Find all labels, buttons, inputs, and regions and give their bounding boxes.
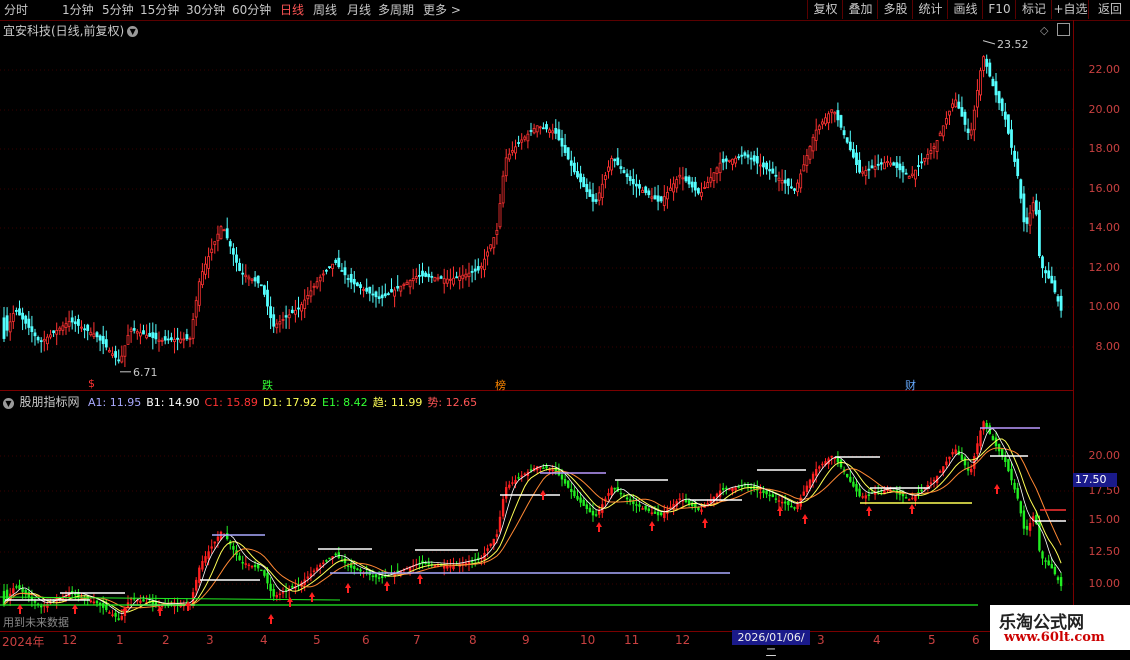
sub-y-tick: 12.50 xyxy=(1088,545,1121,558)
main-y-tick: 16.00 xyxy=(1088,182,1121,195)
date-label: 4 xyxy=(873,633,881,647)
period-tab-9[interactable]: 多周期 xyxy=(378,2,414,18)
event-marker[interactable]: 榜 xyxy=(495,377,506,393)
indicator-value: 势: 12.65 xyxy=(427,396,478,409)
stock-title[interactable]: 宜安科技(日线,前复权) ▼ xyxy=(3,22,139,39)
watermark-url: www.60lt.com xyxy=(1004,630,1105,645)
indicator-value: B1: 14.90 xyxy=(146,396,200,409)
date-label: 12 xyxy=(62,633,78,647)
event-marker[interactable]: 跌 xyxy=(262,377,273,393)
date-label: 3 xyxy=(206,633,214,647)
period-tab-2[interactable]: 5分钟 xyxy=(102,2,134,18)
toolbar-button-4[interactable]: 画线 xyxy=(947,0,983,19)
date-label: 5 xyxy=(928,633,936,647)
date-label: 2024年 xyxy=(2,635,45,649)
main-chart-panel[interactable] xyxy=(0,20,1074,391)
event-marker[interactable]: 财 xyxy=(905,377,916,393)
date-label: 5 xyxy=(313,633,321,647)
date-label: 6 xyxy=(972,633,980,647)
period-tab-0[interactable]: 分时 xyxy=(4,2,28,18)
date-label: 7 xyxy=(413,633,421,647)
main-y-tick: 14.00 xyxy=(1088,221,1121,234)
toolbar-button-5[interactable]: F10 xyxy=(982,0,1016,19)
period-tab-10[interactable]: 更多 > xyxy=(423,2,461,18)
indicator-value: D1: 17.92 xyxy=(262,396,318,409)
toolbar-button-3[interactable]: 统计 xyxy=(912,0,948,19)
sub-y-axis: 20.00 17.50 15.00 12.50 10.00 xyxy=(1074,391,1130,631)
event-marker[interactable]: $ xyxy=(88,377,95,390)
main-y-tick: 20.00 xyxy=(1088,103,1121,116)
indicator-value: A1: 11.95 xyxy=(88,396,142,409)
main-y-tick: 22.00 xyxy=(1088,63,1121,76)
cursor-date: 2026/01/06/二 xyxy=(732,630,810,659)
date-axis: 2024年 12 1 2 3 4 5 6 7 8 9 10 11 12 3 4 5 6 xyxy=(0,631,1073,651)
toolbar-button-6[interactable]: 标记 xyxy=(1015,0,1052,19)
main-y-tick: 18.00 xyxy=(1088,142,1121,155)
toolbar: 分时 1分钟 5分钟 15分钟 30分钟 60分钟 日线 周线 月线 多周期 更多 > 复权 叠加 多股… xyxy=(0,0,1130,21)
date-label: 11 xyxy=(624,633,640,647)
toolbar-button-2[interactable]: 多股 xyxy=(877,0,913,19)
period-tab-7[interactable]: 周线 xyxy=(313,2,337,18)
period-tab-1[interactable]: 1分钟 xyxy=(62,2,94,18)
indicator-value: 趋: 11.99 xyxy=(372,396,423,409)
sub-y-tick: 15.00 xyxy=(1088,513,1121,526)
period-tab-6[interactable]: 日线 xyxy=(280,2,304,18)
period-tab-4[interactable]: 30分钟 xyxy=(186,2,225,18)
indicator-panel[interactable] xyxy=(0,391,1074,632)
window-toggle-icon[interactable] xyxy=(1057,23,1070,36)
stock-title-text: 宜安科技(日线,前复权) xyxy=(3,24,125,38)
indicator-value: E1: 8.42 xyxy=(322,396,368,409)
indicator-name[interactable]: 股朋指标网 xyxy=(20,395,80,409)
period-tab-5[interactable]: 60分钟 xyxy=(232,2,271,18)
date-label: 4 xyxy=(260,633,268,647)
toolbar-button-0[interactable]: 复权 xyxy=(807,0,843,19)
sub-y-tick: 10.00 xyxy=(1088,577,1121,590)
indicator-value: C1: 15.89 xyxy=(204,396,258,409)
date-label: 1 xyxy=(116,633,124,647)
indicator-legend: ▼ 股朋指标网 A1: 11.95 B1: 14.90 C1: 15.89 D1: 1… xyxy=(3,393,487,410)
date-label: 3 xyxy=(817,633,825,647)
toolbar-button-8[interactable]: 返回 xyxy=(1088,0,1130,19)
chevron-down-icon[interactable]: ▼ xyxy=(3,397,14,409)
chevron-down-icon[interactable]: ▼ xyxy=(127,26,139,37)
date-label: 9 xyxy=(522,633,530,647)
date-label: 2 xyxy=(162,633,170,647)
date-label: 8 xyxy=(469,633,477,647)
future-data-note: 用到未来数据 xyxy=(3,616,69,629)
main-y-tick: 8.00 xyxy=(1095,340,1121,353)
price-cursor-badge: 17.50 xyxy=(1073,473,1117,487)
toolbar-button-1[interactable]: 叠加 xyxy=(842,0,878,19)
main-y-tick: 12.00 xyxy=(1088,261,1121,274)
toolbar-button-7[interactable]: +自选 xyxy=(1051,0,1089,19)
date-label: 10 xyxy=(580,633,596,647)
diamond-icon[interactable]: ◇ xyxy=(1040,24,1048,37)
date-label: 6 xyxy=(362,633,370,647)
period-tab-3[interactable]: 15分钟 xyxy=(140,2,179,18)
main-y-tick: 10.00 xyxy=(1088,300,1121,313)
period-tab-8[interactable]: 月线 xyxy=(347,2,371,18)
date-label: 12 xyxy=(675,633,691,647)
sub-y-tick: 20.00 xyxy=(1088,449,1121,462)
main-y-axis: 22.00 20.00 18.00 16.00 14.00 12.00 10.00 8.00 xyxy=(1074,20,1130,390)
